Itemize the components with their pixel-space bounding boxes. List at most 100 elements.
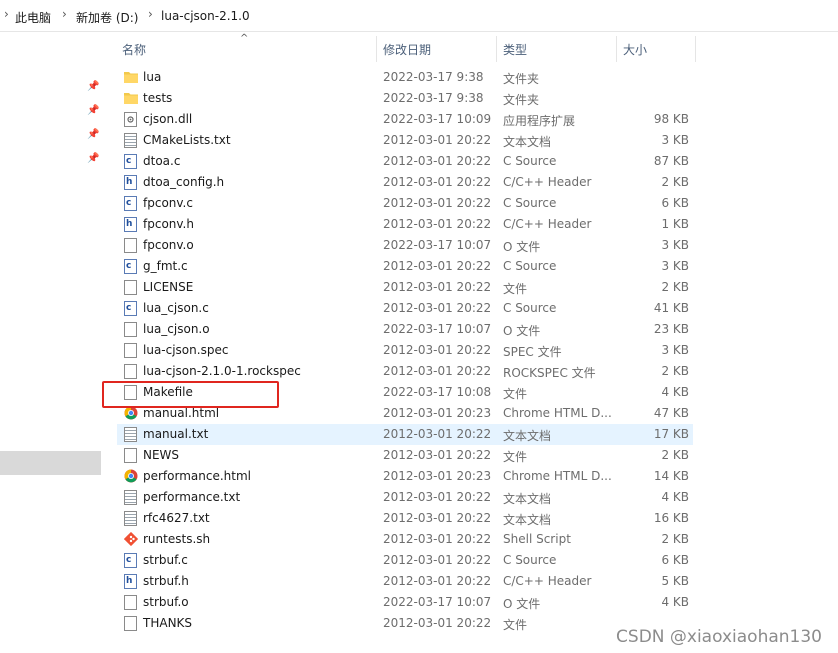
column-header-name-label: 名称: [122, 43, 147, 57]
file-modified-date: 2012-03-01 20:22: [383, 280, 492, 294]
file-modified-date: 2012-03-01 20:22: [383, 217, 492, 231]
file-row[interactable]: lua-cjson.spec 2012-03-01 20:22 SPEC 文件 3 K…: [117, 340, 693, 361]
file-row[interactable]: fpconv.h 2012-03-01 20:22 C/C++ Header 1 KB: [117, 214, 693, 235]
file-modified-date: 2012-03-01 20:23: [383, 406, 492, 420]
column-header-type-label: 类型: [503, 43, 528, 57]
breadcrumb-folder[interactable]: lua-cjson-2.1.0: [161, 9, 250, 23]
file-type: O 文件: [503, 324, 541, 338]
file-name: fpconv.o: [143, 238, 194, 252]
file-row[interactable]: dtoa_config.h 2012-03-01 20:22 C/C++ Heade…: [117, 172, 693, 193]
file-size: 17 KB: [653, 427, 689, 441]
file-size: 23 KB: [653, 322, 689, 336]
file-row[interactable]: tests 2022-03-17 9:38 文件夹: [117, 88, 693, 109]
file-name: lua-cjson-2.1.0-1.rockspec: [143, 364, 301, 378]
file-row[interactable]: strbuf.h 2012-03-01 20:22 C/C++ Header 5 KB: [117, 571, 693, 592]
blank-file-icon: [124, 616, 137, 631]
file-row[interactable]: manual.txt 2012-03-01 20:22 文本文档 17 KB: [117, 424, 693, 445]
breadcrumb-this-pc[interactable]: 此电脑: [15, 9, 51, 26]
file-name: fpconv.h: [143, 217, 194, 231]
file-modified-date: 2012-03-01 20:22: [383, 343, 492, 357]
file-modified-date: 2012-03-01 20:22: [383, 448, 492, 462]
file-type: Shell Script: [503, 532, 571, 546]
chevron-right-icon[interactable]: ›: [62, 7, 67, 21]
file-size: 3 KB: [661, 133, 689, 147]
file-modified-date: 2022-03-17 10:08: [383, 385, 492, 399]
c-file-icon: [124, 196, 137, 211]
file-row[interactable]: lua 2022-03-17 9:38 文件夹: [117, 67, 693, 88]
file-name: lua-cjson.spec: [143, 343, 229, 357]
pin-icon[interactable]: 📌: [87, 81, 99, 93]
file-row[interactable]: dtoa.c 2012-03-01 20:22 C Source 87 KB: [117, 151, 693, 172]
file-modified-date: 2012-03-01 20:22: [383, 259, 492, 273]
file-row[interactable]: LICENSE 2012-03-01 20:22 文件 2 KB: [117, 277, 693, 298]
file-modified-date: 2012-03-01 20:23: [383, 469, 492, 483]
chevron-right-icon[interactable]: ›: [4, 7, 9, 21]
text-file-icon: [124, 511, 137, 526]
pin-icon[interactable]: 📌: [87, 105, 99, 117]
chevron-right-icon[interactable]: ›: [148, 7, 153, 21]
file-type: C Source: [503, 196, 557, 210]
file-row[interactable]: fpconv.c 2012-03-01 20:22 C Source 6 KB: [117, 193, 693, 214]
column-header-size-label: 大小: [623, 43, 648, 57]
file-name: fpconv.c: [143, 196, 193, 210]
watermark: CSDN @xiaoxiaohan130: [616, 627, 822, 647]
file-modified-date: 2022-03-17 9:38: [383, 70, 484, 84]
file-modified-date: 2012-03-01 20:22: [383, 490, 492, 504]
file-row[interactable]: strbuf.o 2022-03-17 10:07 O 文件 4 KB: [117, 592, 693, 613]
file-type: C Source: [503, 553, 557, 567]
address-bar[interactable]: › 此电脑 › 新加卷 (D:) › lua-cjson-2.1.0: [0, 0, 838, 32]
file-size: 1 KB: [661, 217, 689, 231]
file-row[interactable]: strbuf.c 2012-03-01 20:22 C Source 6 KB: [117, 550, 693, 571]
navigation-selected-item[interactable]: [0, 451, 101, 475]
file-size: 6 KB: [661, 553, 689, 567]
file-modified-date: 2022-03-17 10:07: [383, 595, 492, 609]
file-row[interactable]: cjson.dll 2022-03-17 10:09 应用程序扩展 98 KB: [117, 109, 693, 130]
h-file-icon: [124, 217, 137, 232]
column-header-name[interactable]: 名称: [110, 33, 376, 63]
file-row[interactable]: performance.txt 2012-03-01 20:22 文本文档 4 KB: [117, 487, 693, 508]
file-row[interactable]: NEWS 2012-03-01 20:22 文件 2 KB: [117, 445, 693, 466]
file-row[interactable]: lua-cjson-2.1.0-1.rockspec 2012-03-01 20:…: [117, 361, 693, 382]
file-name: LICENSE: [143, 280, 194, 294]
file-size: 16 KB: [653, 511, 689, 525]
file-type: 文件夹: [503, 72, 540, 86]
file-modified-date: 2012-03-01 20:22: [383, 154, 492, 168]
breadcrumb-drive[interactable]: 新加卷 (D:): [76, 9, 138, 26]
column-header-type[interactable]: 类型: [497, 33, 616, 63]
h-file-icon: [124, 574, 137, 589]
text-file-icon: [124, 427, 137, 442]
chrome-icon: [124, 469, 138, 484]
file-row[interactable]: runtests.sh 2012-03-01 20:22 Shell Script 2…: [117, 529, 693, 550]
file-row[interactable]: rfc4627.txt 2012-03-01 20:22 文本文档 16 KB: [117, 508, 693, 529]
column-header-size[interactable]: 大小: [617, 33, 695, 63]
file-row[interactable]: performance.html 2012-03-01 20:23 Chrome H…: [117, 466, 693, 487]
file-row[interactable]: THANKS 2012-03-01 20:22 文件: [117, 613, 693, 634]
file-name: lua: [143, 70, 162, 84]
file-row[interactable]: CMakeLists.txt 2012-03-01 20:22 文本文档 3 KB: [117, 130, 693, 151]
git-shell-icon: [123, 531, 139, 547]
blank-file-icon: [124, 595, 137, 610]
file-row[interactable]: g_fmt.c 2012-03-01 20:22 C Source 3 KB: [117, 256, 693, 277]
pin-icon[interactable]: 📌: [87, 153, 99, 165]
file-row[interactable]: lua_cjson.o 2022-03-17 10:07 O 文件 23 KB: [117, 319, 693, 340]
file-modified-date: 2012-03-01 20:22: [383, 133, 492, 147]
column-divider[interactable]: [695, 36, 696, 62]
file-name: tests: [143, 91, 173, 105]
file-modified-date: 2012-03-01 20:22: [383, 196, 492, 210]
file-row[interactable]: fpconv.o 2022-03-17 10:07 O 文件 3 KB: [117, 235, 693, 256]
file-size: 98 KB: [653, 112, 689, 126]
file-type: C/C++ Header: [503, 175, 592, 189]
file-modified-date: 2012-03-01 20:22: [383, 427, 492, 441]
file-name: performance.html: [143, 469, 251, 483]
file-name: lua_cjson.o: [143, 322, 210, 336]
file-size: 2 KB: [661, 448, 689, 462]
file-row[interactable]: lua_cjson.c 2012-03-01 20:22 C Source 41 KB: [117, 298, 693, 319]
file-type: C Source: [503, 259, 557, 273]
file-modified-date: 2012-03-01 20:22: [383, 511, 492, 525]
column-header-modified[interactable]: 修改日期: [377, 33, 496, 63]
file-size: 6 KB: [661, 196, 689, 210]
file-type: 文本文档: [503, 492, 552, 506]
file-modified-date: 2012-03-01 20:22: [383, 364, 492, 378]
pin-icon[interactable]: 📌: [87, 129, 99, 141]
file-size: 41 KB: [653, 301, 689, 315]
